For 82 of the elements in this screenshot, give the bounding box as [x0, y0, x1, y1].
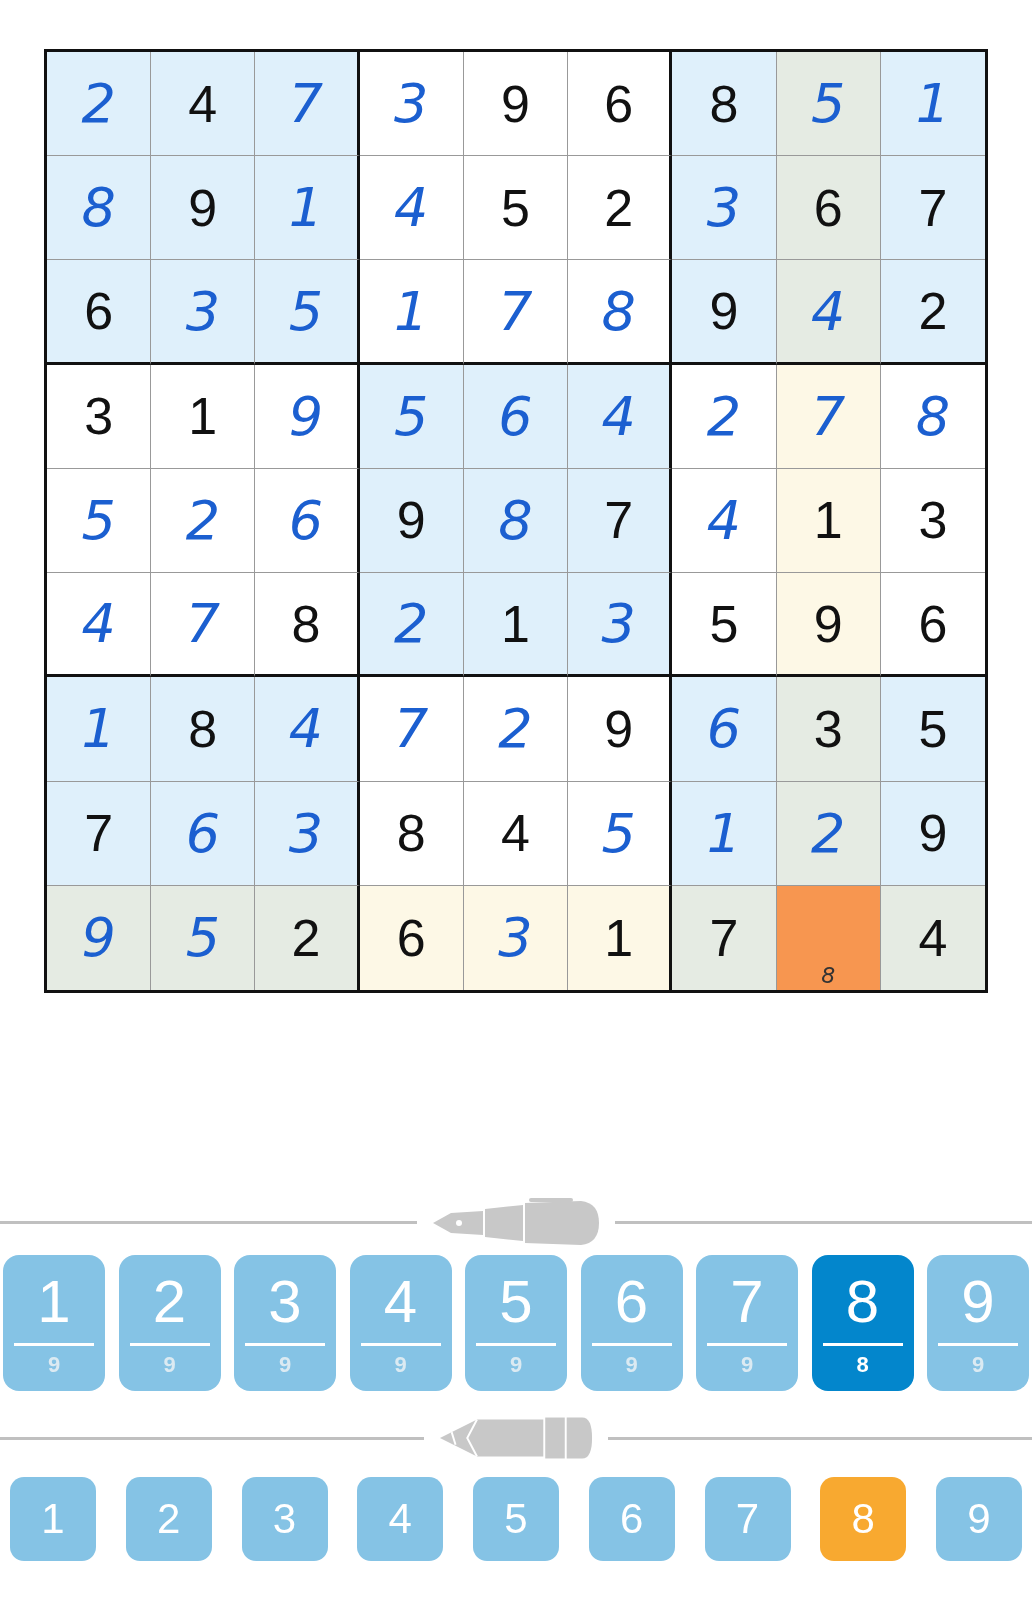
- grid-cell[interactable]: 7: [151, 573, 256, 678]
- grid-cell[interactable]: 9: [47, 885, 152, 990]
- grid-cell[interactable]: 4: [151, 52, 256, 157]
- grid-cell[interactable]: 8: [255, 573, 360, 678]
- grid-cell[interactable]: 5: [47, 468, 152, 574]
- grid-cell[interactable]: 2: [47, 52, 152, 157]
- grid-cell[interactable]: 8: [568, 260, 673, 365]
- grid-cell[interactable]: 4: [880, 885, 985, 990]
- grid-cell[interactable]: 7: [568, 468, 673, 574]
- grid-cell[interactable]: 7: [463, 260, 569, 365]
- grid-cell[interactable]: 6: [672, 677, 777, 782]
- grid-cell[interactable]: 5: [255, 260, 360, 365]
- grid-cell[interactable]: 6: [255, 468, 360, 574]
- grid-cell[interactable]: 7: [47, 781, 152, 886]
- grid-cell[interactable]: 4: [672, 468, 777, 574]
- grid-cell[interactable]: 1: [776, 468, 881, 574]
- grid-cell[interactable]: 5: [463, 156, 569, 261]
- grid-cell[interactable]: 9: [463, 52, 569, 157]
- grid-cell[interactable]: 7: [880, 156, 985, 261]
- grid-cell[interactable]: 1: [151, 364, 256, 469]
- grid-cell[interactable]: 5: [776, 52, 881, 157]
- grid-cell[interactable]: 1: [359, 260, 464, 365]
- grid-cell[interactable]: 6: [568, 52, 673, 157]
- grid-cell[interactable]: 8: [359, 781, 464, 886]
- grid-cell[interactable]: 8: [672, 52, 777, 157]
- grid-cell[interactable]: 5: [359, 364, 464, 469]
- grid-cell[interactable]: 8: [151, 677, 256, 782]
- grid-cell[interactable]: 5: [672, 573, 777, 678]
- grid-cell[interactable]: 6: [47, 260, 152, 365]
- grid-cell[interactable]: 1: [47, 677, 152, 782]
- grid-cell[interactable]: 6: [359, 885, 464, 990]
- grid-cell[interactable]: 2: [255, 885, 360, 990]
- grid-cell[interactable]: 7: [255, 52, 360, 157]
- grid-cell[interactable]: 4: [47, 573, 152, 678]
- grid-cell[interactable]: 9: [255, 364, 360, 469]
- grid-cell[interactable]: 8: [47, 156, 152, 261]
- grid-cell[interactable]: 5: [568, 781, 673, 886]
- grid-cell[interactable]: 9: [880, 781, 985, 886]
- grid-cell[interactable]: 9: [359, 468, 464, 574]
- grid-cell[interactable]: 4: [776, 260, 881, 365]
- grid-cell[interactable]: 8: [776, 885, 881, 990]
- grid-cell[interactable]: 2: [672, 364, 777, 469]
- grid-cell[interactable]: 1: [463, 573, 569, 678]
- grid-cell[interactable]: 3: [672, 156, 777, 261]
- grid-cell[interactable]: 2: [463, 677, 569, 782]
- grid-cell[interactable]: 1: [255, 156, 360, 261]
- grid-cell[interactable]: 2: [880, 260, 985, 365]
- grid-cell[interactable]: 3: [255, 781, 360, 886]
- grid-cell[interactable]: 3: [151, 260, 256, 365]
- grid-cell[interactable]: 9: [151, 156, 256, 261]
- grid-cell[interactable]: 9: [672, 260, 777, 365]
- grid-cell[interactable]: 1: [672, 781, 777, 886]
- grid-cell[interactable]: 2: [568, 156, 673, 261]
- number-key[interactable]: 8 8: [811, 1255, 914, 1391]
- grid-cell[interactable]: 4: [359, 156, 464, 261]
- grid-cell[interactable]: 6: [776, 156, 881, 261]
- grid-cell[interactable]: 7: [359, 677, 464, 782]
- grid-cell[interactable]: 2: [776, 781, 881, 886]
- grid-cell[interactable]: 4: [255, 677, 360, 782]
- grid-cell[interactable]: 3: [359, 52, 464, 157]
- grid-cell[interactable]: 4: [463, 781, 569, 886]
- grid-cell[interactable]: 6: [463, 364, 569, 469]
- grid-cell[interactable]: 8: [463, 468, 569, 574]
- grid-cell[interactable]: 5: [880, 677, 985, 782]
- grid-cell[interactable]: 4: [568, 364, 673, 469]
- grid-cell[interactable]: 1: [880, 52, 985, 157]
- grid-cell[interactable]: 3: [568, 573, 673, 678]
- grid-cell[interactable]: 3: [47, 364, 152, 469]
- pencil-note: 8: [820, 963, 837, 988]
- grid-cell[interactable]: 9: [776, 573, 881, 678]
- grid-cell[interactable]: 3: [463, 885, 569, 990]
- grid-cell[interactable]: 7: [776, 364, 881, 469]
- grid-cell[interactable]: 9: [568, 677, 673, 782]
- grid-cell[interactable]: 7: [672, 885, 777, 990]
- grid-cell[interactable]: 2: [359, 573, 464, 678]
- grid-cell[interactable]: 6: [151, 781, 256, 886]
- grid-cell[interactable]: 5: [151, 885, 256, 990]
- pencil-icon[interactable]: [438, 1415, 594, 1461]
- grid-cell[interactable]: 2: [151, 468, 256, 574]
- grid-cell[interactable]: 3: [776, 677, 881, 782]
- grid-cell[interactable]: 1: [568, 885, 673, 990]
- fountain-pen-icon[interactable]: [431, 1197, 601, 1247]
